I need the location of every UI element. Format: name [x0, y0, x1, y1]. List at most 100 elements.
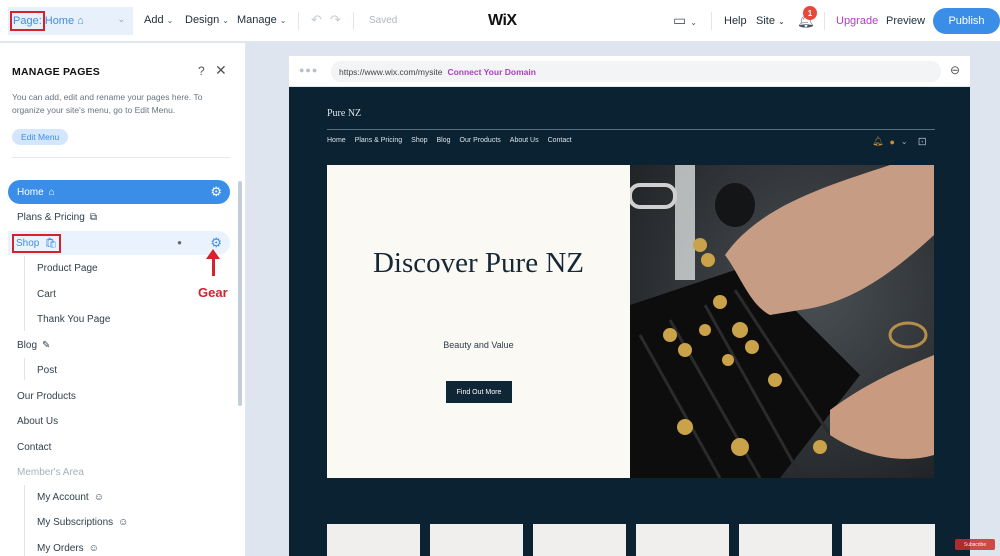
- browser-address-bar: ●●● https://www.wix.com/mysite Connect Y…: [289, 56, 970, 87]
- site-avatar-icon[interactable]: ●: [889, 137, 894, 147]
- subscribe-watermark: Subscribe: [955, 539, 995, 550]
- site-nav-products[interactable]: Our Products: [460, 137, 501, 144]
- product-card[interactable]: [636, 524, 729, 556]
- site-menu[interactable]: Site ⌄: [756, 15, 785, 27]
- page-label: Shop: [16, 237, 40, 249]
- annotation-arrow: [212, 256, 215, 276]
- site-nav-about[interactable]: About Us: [510, 137, 539, 144]
- zoom-out-icon[interactable]: ⊖: [950, 63, 960, 77]
- menu-design-label: Design: [185, 14, 220, 26]
- page-item-thank-you[interactable]: Thank You Page: [8, 307, 230, 331]
- site-nav-shop[interactable]: Shop: [411, 137, 427, 144]
- site-bell-icon[interactable]: 🔔︎: [872, 136, 883, 147]
- cart-bag-icon[interactable]: ⊡: [918, 135, 927, 148]
- menu-manage[interactable]: Manage ⌄: [237, 14, 286, 26]
- member-icon: ☺: [88, 542, 99, 554]
- page-item-about-us[interactable]: About Us: [8, 409, 230, 433]
- site-nav-home[interactable]: Home: [327, 137, 346, 144]
- page-item-plans-pricing[interactable]: Plans & Pricing ⧉: [8, 205, 230, 229]
- page-item-blog[interactable]: Blog ✎: [8, 333, 230, 357]
- annotation-gear-label: Gear: [198, 285, 228, 300]
- page-item-our-products[interactable]: Our Products: [8, 384, 230, 408]
- member-icon: ☺: [93, 491, 104, 503]
- upgrade-link[interactable]: Upgrade: [836, 15, 878, 27]
- menu-add[interactable]: Add ⌄: [144, 14, 173, 26]
- panel-scrollbar[interactable]: [238, 181, 242, 406]
- current-page-name: Home: [44, 15, 75, 27]
- page-item-my-subscriptions[interactable]: My Subscriptions ☺: [8, 510, 230, 534]
- page-item-shop[interactable]: Shop 🛍︎ ● ⚙: [8, 231, 230, 255]
- help-icon[interactable]: ?: [198, 64, 205, 78]
- redo-icon[interactable]: ↷: [330, 12, 341, 28]
- page-item-contact[interactable]: Contact: [8, 435, 230, 459]
- page-label: Member's Area: [17, 466, 84, 478]
- product-card[interactable]: [533, 524, 626, 556]
- connect-domain-link[interactable]: Connect Your Domain: [447, 67, 535, 77]
- chevron-down-icon: ⌄: [166, 15, 174, 25]
- help-menu[interactable]: Help: [724, 15, 747, 27]
- page-label: My Orders: [37, 542, 84, 554]
- desktop-view-toggle[interactable]: ▭ ⌄: [673, 12, 697, 29]
- undo-icon[interactable]: ↶: [311, 12, 322, 28]
- divider: [353, 12, 354, 30]
- divider: [824, 12, 825, 30]
- product-card[interactable]: [327, 524, 420, 556]
- product-card[interactable]: [842, 524, 935, 556]
- gear-icon[interactable]: ⚙: [210, 184, 222, 200]
- product-card[interactable]: [430, 524, 523, 556]
- pen-icon: ✎: [42, 339, 51, 351]
- monitor-icon: ▭: [673, 12, 687, 28]
- chevron-down-icon[interactable]: ⌄: [901, 137, 908, 146]
- page-label: Home: [17, 186, 44, 198]
- url-field[interactable]: https://www.wix.com/mysite Connect Your …: [331, 61, 941, 82]
- editor-top-bar: Page: Home ⌂ ⌄ Add ⌄ Design ⌄ Manage ⌄ ↶…: [0, 0, 1000, 42]
- page-item-my-account[interactable]: My Account ☺: [8, 485, 230, 509]
- site-nav-plans[interactable]: Plans & Pricing: [355, 137, 402, 144]
- page-label: Plans & Pricing: [17, 211, 85, 223]
- page-item-my-orders[interactable]: My Orders ☺: [8, 536, 230, 556]
- page-item-product-page[interactable]: Product Page: [8, 256, 230, 280]
- divider: [12, 157, 230, 158]
- page-label: Product Page: [37, 262, 98, 274]
- product-gallery: [327, 524, 935, 556]
- page-item-post[interactable]: Post: [8, 358, 230, 382]
- pricing-icon: ⧉: [89, 211, 97, 223]
- chevron-down-icon: ⌄: [222, 15, 229, 25]
- page-prefix-highlight: Page:: [10, 11, 45, 31]
- page-label: Blog: [17, 339, 38, 351]
- chevron-down-icon: ⌄: [279, 15, 287, 25]
- url-text: https://www.wix.com/mysite: [339, 66, 443, 77]
- site-nav-contact[interactable]: Contact: [548, 137, 572, 144]
- chevron-down-icon: ⌄: [117, 14, 125, 24]
- chevron-down-icon: ⌄: [690, 18, 697, 27]
- panel-description: You can add, edit and rename your pages …: [12, 92, 203, 115]
- publish-button[interactable]: Publish: [933, 8, 1000, 34]
- wix-logo: WiX: [488, 12, 517, 29]
- header-divider: [327, 129, 935, 130]
- page-item-home[interactable]: Home ⌂ ⚙: [8, 180, 230, 204]
- site-preview: ●●● https://www.wix.com/mysite Connect Y…: [289, 56, 970, 556]
- manage-pages-panel: MANAGE PAGES ? ✕ You can add, edit and r…: [0, 43, 246, 556]
- find-out-more-button[interactable]: Find Out More: [446, 381, 512, 403]
- window-dots-icon: ●●●: [299, 65, 319, 75]
- page-label: Thank You Page: [37, 313, 111, 325]
- panel-title: MANAGE PAGES: [12, 66, 100, 78]
- site-nav: Home Plans & Pricing Shop Blog Our Produ…: [327, 137, 572, 144]
- product-card[interactable]: [739, 524, 832, 556]
- preview-button[interactable]: Preview: [886, 15, 925, 27]
- menu-design[interactable]: Design ⌄: [185, 14, 229, 26]
- page-item-cart[interactable]: Cart: [8, 282, 230, 306]
- hero-image-jewelry: [630, 165, 934, 478]
- page-label: My Account: [37, 491, 89, 503]
- divider: [711, 12, 712, 30]
- page-selector[interactable]: Page: Home ⌂ ⌄: [8, 7, 133, 35]
- save-status: Saved: [369, 15, 398, 26]
- site-menu-label: Site: [756, 15, 775, 27]
- page-label: Post: [37, 364, 58, 376]
- home-icon: ⌂: [77, 15, 84, 27]
- page-label: Cart: [37, 288, 56, 300]
- close-icon[interactable]: ✕: [215, 62, 227, 79]
- edit-menu-button[interactable]: Edit Menu: [12, 129, 69, 145]
- jewelry-photo-illustration: [630, 165, 934, 478]
- site-nav-blog[interactable]: Blog: [437, 137, 451, 144]
